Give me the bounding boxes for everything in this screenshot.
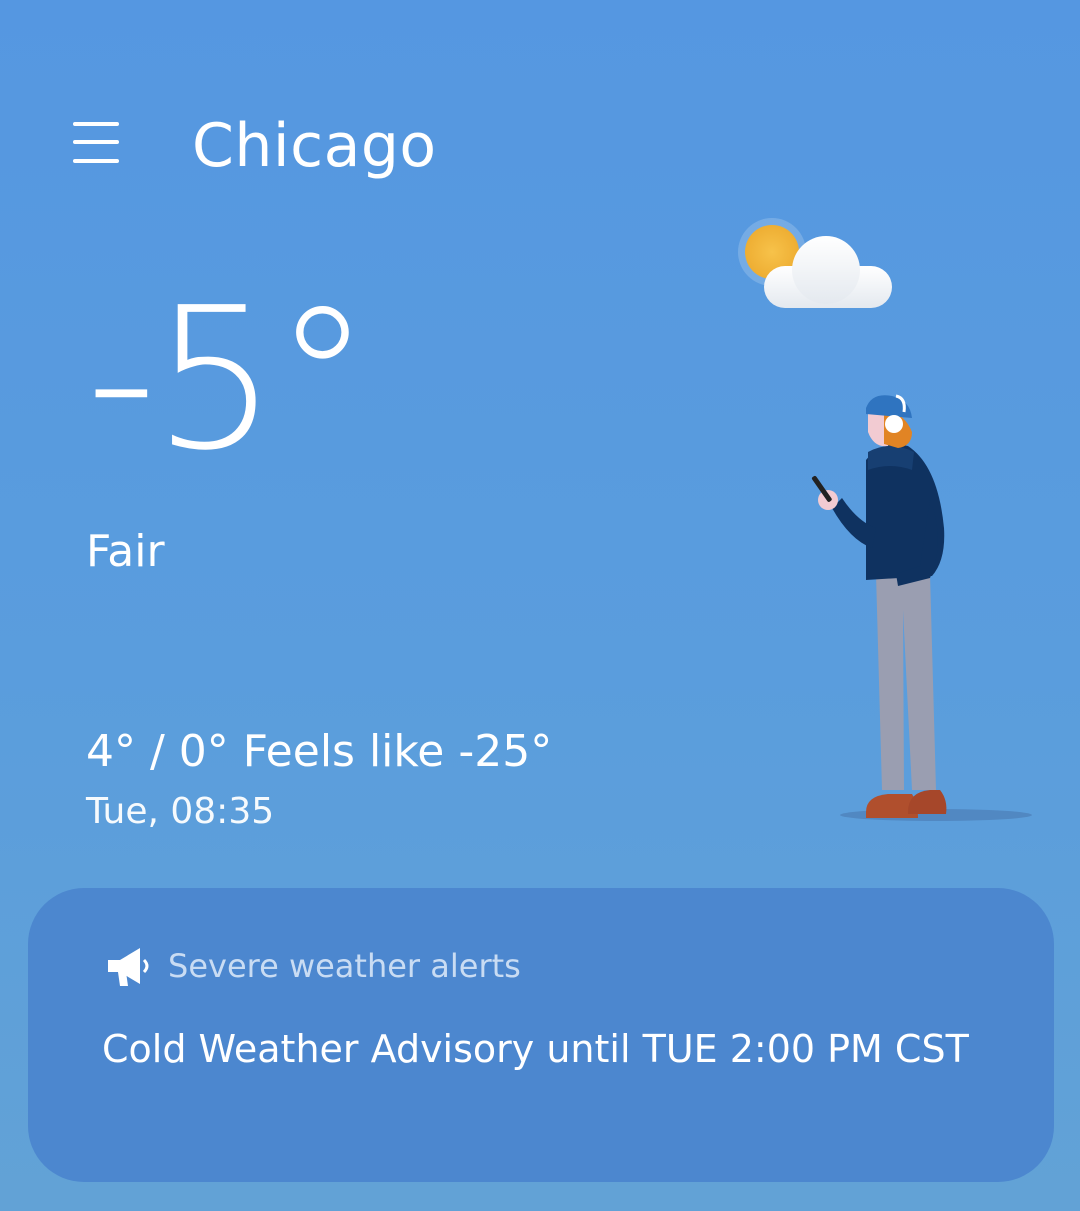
updated-time: Tue, 08:35 (86, 791, 275, 832)
weather-illustration (738, 218, 1032, 821)
high-low-feels-like: 4° / 0° Feels like -25° (86, 726, 553, 777)
person-illustration (811, 394, 1032, 821)
weather-condition: Fair (86, 526, 165, 577)
city-name[interactable]: Chicago (192, 106, 437, 186)
alert-label: Severe weather alerts (168, 947, 521, 985)
current-temperature: -5° (86, 266, 371, 494)
partly-sunny-icon (738, 218, 892, 308)
alert-header: Severe weather alerts (106, 944, 521, 988)
alert-message: Cold Weather Advisory until TUE 2:00 PM … (102, 1027, 969, 1071)
menu-button[interactable] (70, 118, 122, 170)
severe-weather-alert-card[interactable]: Severe weather alerts Cold Weather Advis… (28, 888, 1054, 1182)
megaphone-icon (108, 948, 149, 986)
